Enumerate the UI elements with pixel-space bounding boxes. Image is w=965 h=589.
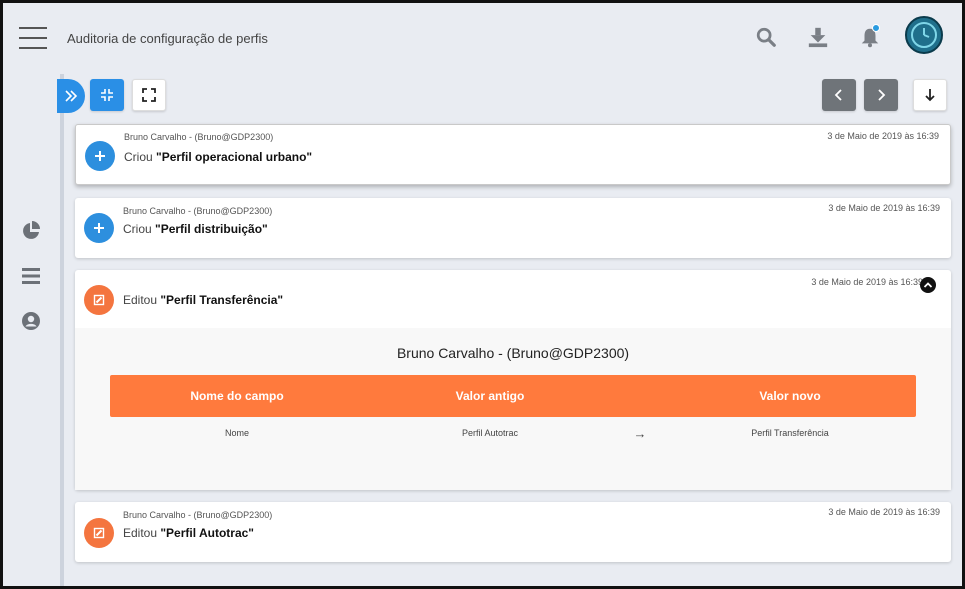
entry-action: Editou "Perfil Autotrac": [123, 526, 254, 540]
menu-icon[interactable]: [19, 27, 47, 49]
search-icon[interactable]: [755, 26, 777, 48]
entry-action: Criou "Perfil distribuição": [123, 222, 268, 236]
expand-icon: [142, 88, 156, 102]
entry-target: "Perfil Autotrac": [160, 526, 254, 540]
previous-button[interactable]: [822, 79, 856, 111]
entry-details: Bruno Carvalho - (Bruno@GDP2300) Nome do…: [75, 328, 951, 490]
edit-icon: [93, 527, 105, 539]
arrow-right-icon: →: [633, 426, 647, 441]
timeline-line: [60, 74, 64, 589]
audit-entry[interactable]: Bruno Carvalho - (Bruno@GDP2300) Criou "…: [75, 124, 951, 185]
user-circle-icon[interactable]: [21, 311, 41, 331]
entry-author: Bruno Carvalho - (Bruno@GDP2300): [123, 510, 273, 520]
entry-action: Editou "Perfil Transferência": [123, 293, 283, 307]
download-icon[interactable]: [807, 26, 829, 48]
clock-logo-icon: [911, 22, 937, 48]
next-button[interactable]: [864, 79, 898, 111]
column-header-old: Valor antigo: [455, 389, 525, 403]
create-badge: [85, 141, 115, 171]
arrow-down-icon: [925, 89, 935, 102]
entry-verb: Criou: [123, 222, 156, 236]
edit-badge: [84, 285, 114, 315]
entry-target: "Perfil operacional urbano": [156, 150, 313, 164]
audit-entry[interactable]: Bruno Carvalho - (Bruno@GDP2300) Criou "…: [75, 198, 951, 258]
edit-badge: [84, 518, 114, 548]
diff-table-header: Nome do campo Valor antigo Valor novo: [110, 375, 916, 417]
list-icon[interactable]: [21, 266, 41, 286]
chevron-left-icon: [834, 89, 842, 101]
table-row: Nome Perfil Autotrac → Perfil Transferên…: [110, 426, 916, 442]
chevron-right-icon: [878, 89, 886, 101]
audit-entry-expanded[interactable]: Editou "Perfil Transferência" 3 de Maio …: [75, 270, 951, 490]
scroll-down-button[interactable]: [913, 79, 947, 111]
entry-verb: Editou: [123, 526, 161, 540]
entry-date: 3 de Maio de 2019 às 16:39: [811, 277, 923, 287]
cell-new-value: Perfil Transferência: [751, 428, 829, 438]
avatar[interactable]: [905, 16, 943, 54]
entry-target: "Perfil distribuição": [155, 222, 268, 236]
create-badge: [84, 213, 114, 243]
cell-field: Nome: [224, 428, 249, 438]
detail-user: Bruno Carvalho - (Bruno@GDP2300): [396, 345, 630, 361]
compress-icon: [101, 89, 113, 101]
cell-old-value: Perfil Autotrac: [461, 428, 519, 438]
entry-verb: Editou: [123, 293, 161, 307]
collapse-all-button[interactable]: [90, 79, 124, 111]
plus-icon: [94, 223, 104, 233]
entry-date: 3 de Maio de 2019 às 16:39: [828, 507, 940, 517]
notification-dot: [872, 24, 880, 32]
column-header-new: Valor novo: [759, 389, 821, 403]
expand-sidebar-button[interactable]: [57, 79, 85, 113]
app-header: Auditoria de configuração de perfis: [0, 0, 965, 74]
chevron-up-circle-icon[interactable]: [920, 277, 936, 293]
entry-author: Bruno Carvalho - (Bruno@GDP2300): [124, 132, 274, 142]
pie-chart-icon[interactable]: [21, 221, 41, 241]
double-chevron-right-icon: [65, 90, 78, 102]
audit-entry[interactable]: Bruno Carvalho - (Bruno@GDP2300) Editou …: [75, 502, 951, 562]
entry-author: Bruno Carvalho - (Bruno@GDP2300): [123, 206, 273, 216]
plus-icon: [95, 151, 105, 161]
column-header-field: Nome do campo: [190, 389, 284, 403]
entry-target: "Perfil Transferência": [160, 293, 284, 307]
page-title: Auditoria de configuração de perfis: [67, 31, 268, 46]
entry-action: Criou "Perfil operacional urbano": [124, 150, 312, 164]
entry-verb: Criou: [124, 150, 157, 164]
edit-icon: [93, 294, 105, 306]
entry-date: 3 de Maio de 2019 às 16:39: [827, 131, 939, 141]
entry-date: 3 de Maio de 2019 às 16:39: [828, 203, 940, 213]
expand-all-button[interactable]: [132, 79, 166, 111]
